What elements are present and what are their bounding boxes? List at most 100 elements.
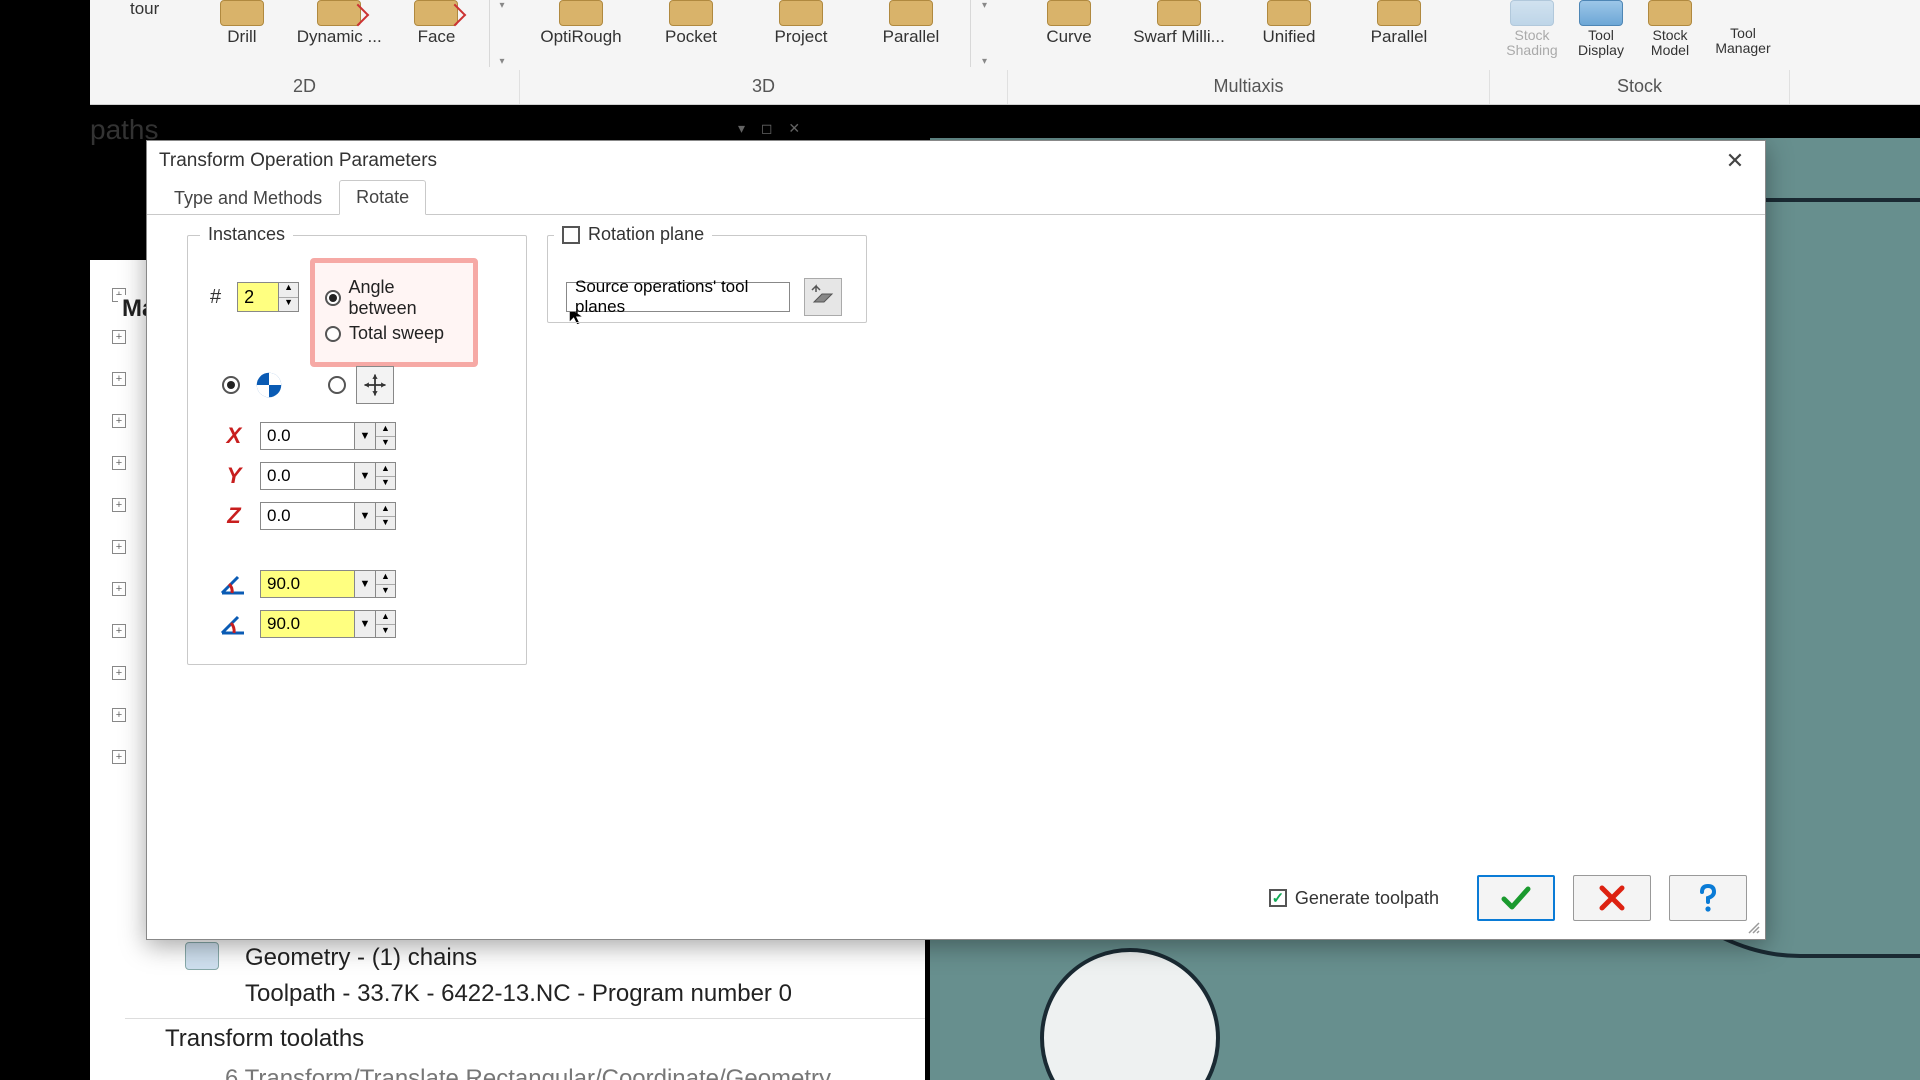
- tree-row-transform-group[interactable]: Transform toolaths: [125, 1018, 925, 1053]
- origin-mode-radio-1[interactable]: [222, 376, 240, 394]
- ribbon-btn-project[interactable]: Project: [746, 0, 856, 47]
- dialog-close-button[interactable]: ✕: [1717, 146, 1753, 176]
- ribbon-btn-parallel-3d[interactable]: Parallel: [856, 0, 966, 47]
- tab-rotate[interactable]: Rotate: [339, 180, 426, 215]
- ribbon-group-2d: tour Drill Dynamic ... Face ▾▾: [90, 0, 520, 67]
- ribbon-btn-tool-display[interactable]: Tool Display: [1568, 0, 1634, 59]
- chevron-down-icon[interactable]: ▼: [354, 610, 376, 638]
- spin-up-icon[interactable]: ▲: [376, 611, 395, 625]
- ribbon-btn-drill[interactable]: Drill: [193, 0, 290, 47]
- coord-x-row: X ▼ ▲▼: [222, 422, 396, 450]
- spin-up-icon[interactable]: ▲: [376, 423, 395, 437]
- z-input[interactable]: [260, 502, 354, 530]
- tree-label-toolpath: Toolpath - 33.7K - 6422-13.NC - Program …: [245, 980, 792, 1007]
- ribbon-btn-curve[interactable]: Curve: [1014, 0, 1124, 47]
- x-input[interactable]: [260, 422, 354, 450]
- checkbox-icon: [562, 226, 580, 244]
- spin-down-icon[interactable]: ▼: [376, 517, 395, 530]
- panel-header-controls[interactable]: ▾ ◻ ✕: [738, 120, 806, 137]
- instances-legend: Instances: [200, 224, 293, 245]
- group-label-multiaxis: Multiaxis: [1008, 70, 1490, 104]
- spin-up-icon[interactable]: ▲: [279, 283, 298, 298]
- generate-toolpath-checkbox[interactable]: Generate toolpath: [1269, 888, 1439, 909]
- coord-y-row: Y ▼ ▲▼: [222, 462, 396, 490]
- ribbon-group-3d: OptiRough Pocket Project Parallel ▾▾: [520, 0, 1008, 67]
- angle-mode-group-highlighted: Angle between Total sweep: [310, 258, 478, 367]
- ribbon-btn-swarf[interactable]: Swarf Milli...: [1124, 0, 1234, 47]
- tree-row-geometry[interactable]: Geometry - (1) chains: [125, 940, 925, 976]
- dialog-title: Transform Operation Parameters: [159, 150, 437, 172]
- rotation-angle-input[interactable]: [260, 610, 354, 638]
- ribbon-btn-parallel-multi[interactable]: Parallel: [1344, 0, 1454, 47]
- rotation-plane-checkbox[interactable]: Rotation plane: [562, 224, 704, 245]
- spin-down-icon[interactable]: ▼: [279, 298, 298, 312]
- y-value-combo[interactable]: ▼ ▲▼: [260, 462, 396, 490]
- y-axis-label: Y: [222, 463, 246, 489]
- ribbon-btn-pocket[interactable]: Pocket: [636, 0, 746, 47]
- radio-angle-between[interactable]: Angle between: [325, 277, 463, 319]
- ribbon-btn-unified[interactable]: Unified: [1234, 0, 1344, 47]
- spin-down-icon[interactable]: ▼: [376, 585, 395, 598]
- select-plane-button[interactable]: [804, 278, 842, 316]
- rotation-plane-legend: Rotation plane: [554, 224, 712, 249]
- start-angle-combo[interactable]: ▼ ▲▼: [260, 570, 396, 598]
- window-left-black-strip: [0, 0, 90, 1080]
- ribbon-btn-tool-manager[interactable]: Tool Manager: [1706, 0, 1780, 57]
- chevron-down-icon[interactable]: ▼: [354, 422, 376, 450]
- tab-type-methods[interactable]: Type and Methods: [157, 181, 339, 215]
- rotation-angle-combo[interactable]: ▼ ▲▼: [260, 610, 396, 638]
- cancel-button[interactable]: [1573, 875, 1651, 921]
- start-angle-row: ▼ ▲▼: [218, 570, 396, 598]
- ribbon-group-multiaxis: Curve Swarf Milli... Unified Parallel: [1008, 0, 1490, 67]
- tree-row-toolpath[interactable]: Toolpath - 33.7K - 6422-13.NC - Program …: [125, 976, 925, 1012]
- resize-grip-icon[interactable]: [1747, 921, 1761, 935]
- geometry-icon: [185, 942, 219, 970]
- rotation-plane-label: Rotation plane: [588, 224, 704, 245]
- group-label-3d: 3D: [520, 70, 1008, 104]
- ribbon-btn-optirough[interactable]: OptiRough: [526, 0, 636, 47]
- tree-label-transform: Transform toolaths: [165, 1025, 364, 1052]
- group-label-stock: Stock: [1490, 70, 1790, 104]
- spin-down-icon[interactable]: ▼: [376, 625, 395, 638]
- dialog-tabs: Type and Methods Rotate: [147, 181, 1765, 215]
- chevron-down-icon[interactable]: ▼: [354, 462, 376, 490]
- rotation-angle-row: ▼ ▲▼: [218, 610, 396, 638]
- toolpath-tree[interactable]: Geometry - (1) chains Toolpath - 33.7K -…: [125, 940, 925, 1080]
- radio-angle-between-label: Angle between: [349, 277, 463, 319]
- origin-pick-icon[interactable]: [356, 366, 394, 404]
- spin-down-icon[interactable]: ▼: [376, 477, 395, 490]
- ribbon-btn-stock-model[interactable]: Stock Model: [1634, 0, 1706, 59]
- dialog-footer: Generate toolpath: [1269, 875, 1747, 921]
- instances-fieldset: Instances # ▲▼ Angle between To: [187, 235, 527, 665]
- spin-down-icon[interactable]: ▼: [376, 437, 395, 450]
- origin-mode-radio-2[interactable]: [328, 376, 346, 394]
- spin-up-icon[interactable]: ▲: [376, 463, 395, 477]
- ribbon-btn-face[interactable]: Face: [388, 0, 485, 47]
- group-3d-expander[interactable]: ▾▾: [970, 0, 998, 67]
- spin-up-icon[interactable]: ▲: [376, 571, 395, 585]
- ribbon-btn-dynamic[interactable]: Dynamic ...: [291, 0, 388, 47]
- radio-total-sweep-label: Total sweep: [349, 323, 444, 344]
- radio-total-sweep[interactable]: Total sweep: [325, 323, 463, 344]
- ribbon-group-labels: 2D 3D Multiaxis Stock: [90, 70, 1920, 104]
- source-plane-field[interactable]: Source operations' tool planes: [566, 282, 790, 312]
- instance-count-spinner[interactable]: ▲▼: [237, 282, 299, 312]
- chevron-down-icon[interactable]: ▼: [354, 570, 376, 598]
- radio-knob-icon: [325, 290, 341, 306]
- tree-label-item6: 6 Transform/Translate Rectangular/Coordi…: [225, 1065, 831, 1080]
- help-button[interactable]: [1669, 875, 1747, 921]
- group-2d-expander[interactable]: ▾▾: [489, 0, 514, 67]
- instance-count-input[interactable]: [238, 283, 278, 311]
- ribbon-btn-tour[interactable]: tour: [96, 0, 193, 19]
- z-value-combo[interactable]: ▼ ▲▼: [260, 502, 396, 530]
- chevron-down-icon[interactable]: ▼: [354, 502, 376, 530]
- tree-row-item6[interactable]: 6 Transform/Translate Rectangular/Coordi…: [125, 1059, 925, 1080]
- rotation-angle-icon: [218, 611, 248, 637]
- start-angle-input[interactable]: [260, 570, 354, 598]
- ok-button[interactable]: [1477, 875, 1555, 921]
- y-input[interactable]: [260, 462, 354, 490]
- dialog-titlebar[interactable]: Transform Operation Parameters ✕: [147, 141, 1765, 181]
- spin-up-icon[interactable]: ▲: [376, 503, 395, 517]
- checkbox-checked-icon: [1269, 889, 1287, 907]
- x-value-combo[interactable]: ▼ ▲▼: [260, 422, 396, 450]
